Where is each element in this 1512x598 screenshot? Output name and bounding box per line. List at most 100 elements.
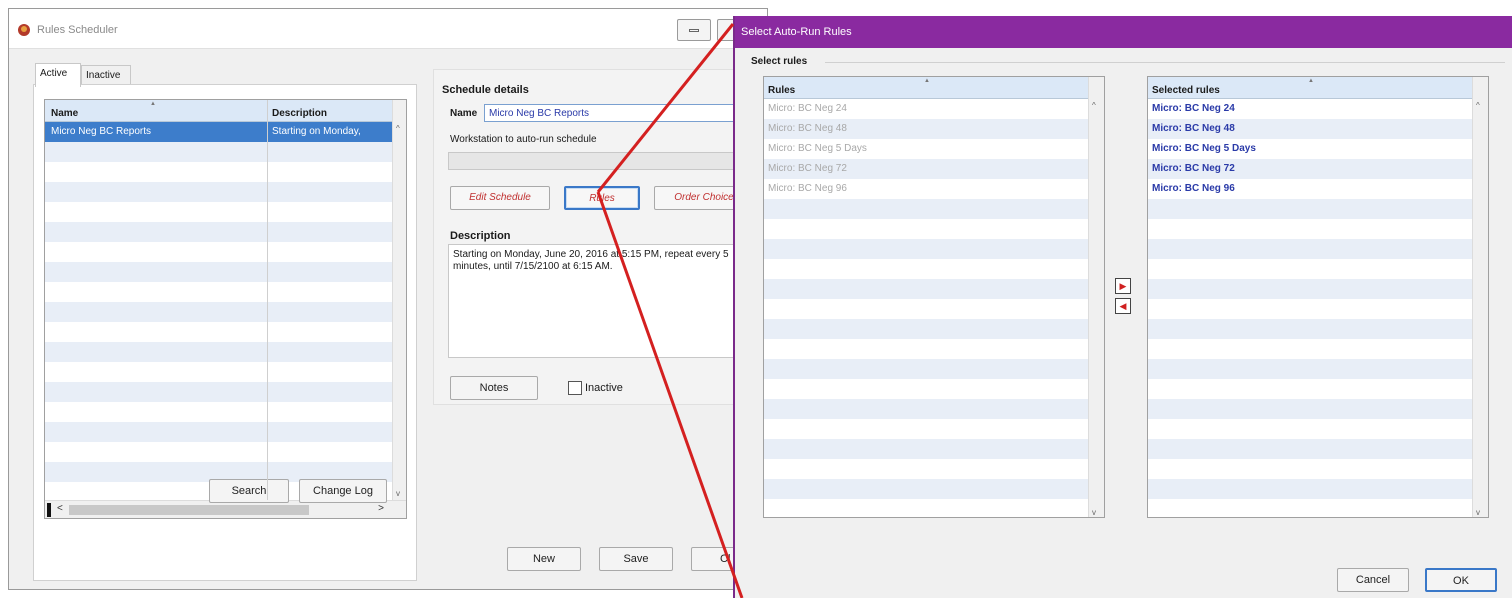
list-item[interactable]: Micro: BC Neg 48 [1148,119,1472,139]
name-field[interactable]: Micro Neg BC Reports [484,104,754,122]
scroll-left-icon[interactable]: < [57,503,63,514]
move-left-button[interactable]: ◀ [1115,298,1131,314]
table-row[interactable] [45,222,394,242]
dialog-title-bar: Select Auto-Run Rules [735,16,1512,48]
vertical-scrollbar[interactable]: ^ v [1472,77,1488,517]
list-item[interactable] [1148,199,1472,219]
table-row[interactable] [45,162,394,182]
list-item[interactable] [764,199,1088,219]
search-button[interactable]: Search [209,479,289,503]
list-item[interactable]: Micro: BC Neg 96 [764,179,1088,199]
scroll-down-icon[interactable]: v [396,489,400,498]
list-item[interactable] [764,399,1088,419]
table-row[interactable] [45,242,394,262]
list-item[interactable]: Micro: BC Neg 72 [764,159,1088,179]
list-item[interactable] [1148,259,1472,279]
list-item[interactable] [1148,359,1472,379]
list-item[interactable] [764,479,1088,499]
vertical-scrollbar[interactable]: ^ v [392,100,406,500]
list-item[interactable] [1148,459,1472,479]
column-header-name[interactable]: Name [51,108,78,119]
list-item[interactable] [764,379,1088,399]
schedules-table[interactable]: Name ▲ Description Micro Neg BC Reports S… [44,99,407,519]
table-row[interactable] [45,382,394,402]
edit-schedule-button[interactable]: Edit Schedule [450,186,550,210]
scroll-down-icon[interactable]: v [1092,508,1096,517]
description-text: Starting on Monday, June 20, 2016 at 5:1… [448,244,754,358]
scroll-thumb[interactable] [69,505,309,515]
table-row[interactable] [45,302,394,322]
column-header-rules[interactable]: Rules [768,85,795,96]
list-item[interactable] [1148,299,1472,319]
list-item[interactable] [1148,319,1472,339]
scroll-up-icon[interactable]: ^ [1476,101,1480,110]
list-item[interactable]: Micro: BC Neg 72 [1148,159,1472,179]
column-header-selected-rules[interactable]: Selected rules [1152,85,1220,96]
ok-button[interactable]: OK [1425,568,1497,592]
list-item[interactable] [764,279,1088,299]
list-item[interactable] [764,499,1088,517]
scroll-up-icon[interactable]: ^ [396,124,400,133]
selected-rules-list[interactable]: Selected rules ▲ Micro: BC Neg 24 Micro: … [1147,76,1489,518]
list-item[interactable]: Micro: BC Neg 96 [1148,179,1472,199]
table-row[interactable] [45,282,394,302]
table-row[interactable] [45,262,394,282]
scroll-up-icon[interactable]: ^ [1092,101,1096,110]
change-log-button[interactable]: Change Log [299,479,387,503]
tab-active[interactable]: Active [35,63,81,87]
scroll-right-icon[interactable]: > [378,503,384,514]
table-row[interactable] [45,342,394,362]
table-row[interactable] [45,202,394,222]
table-row[interactable] [45,182,394,202]
list-item[interactable] [1148,499,1472,517]
vertical-scrollbar[interactable]: ^ v [1088,77,1104,517]
list-item[interactable]: Micro: BC Neg 5 Days [1148,139,1472,159]
table-row[interactable]: Micro Neg BC Reports Starting on Monday, [45,122,394,142]
list-item[interactable] [1148,439,1472,459]
window-title: Rules Scheduler [37,24,118,36]
list-item[interactable] [764,439,1088,459]
table-row[interactable] [45,362,394,382]
move-right-button[interactable]: ▶ [1115,278,1131,294]
table-row[interactable] [45,142,394,162]
list-item[interactable] [764,359,1088,379]
list-item[interactable] [1148,339,1472,359]
minimize-button[interactable] [677,19,711,41]
list-item[interactable]: Micro: BC Neg 5 Days [764,139,1088,159]
list-item[interactable] [1148,239,1472,259]
cancel-button[interactable]: Cancel [1337,568,1409,592]
table-row[interactable] [45,402,394,422]
schedule-details-title: Schedule details [442,84,529,96]
available-rules-list[interactable]: Rules ▲ Micro: BC Neg 24 Micro: BC Neg 48… [763,76,1105,518]
table-row[interactable] [45,322,394,342]
inactive-checkbox[interactable] [568,381,582,395]
list-item[interactable] [764,239,1088,259]
list-item[interactable] [764,299,1088,319]
list-item[interactable]: Micro: BC Neg 24 [764,99,1088,119]
notes-button[interactable]: Notes [450,376,538,400]
save-button[interactable]: Save [599,547,673,571]
new-button[interactable]: New [507,547,581,571]
table-row[interactable] [45,422,394,442]
list-item[interactable] [1148,479,1472,499]
list-item[interactable] [764,259,1088,279]
list-item[interactable]: Micro: BC Neg 24 [1148,99,1472,119]
list-item[interactable] [1148,219,1472,239]
list-item[interactable] [764,419,1088,439]
table-row[interactable] [45,442,394,462]
list-item[interactable] [764,459,1088,479]
tab-inactive[interactable]: Inactive [81,65,131,85]
list-item[interactable]: Micro: BC Neg 48 [764,119,1088,139]
list-item[interactable] [764,319,1088,339]
list-item[interactable] [1148,419,1472,439]
list-item[interactable] [764,219,1088,239]
list-item[interactable] [1148,279,1472,299]
list-item[interactable] [764,339,1088,359]
column-header-description[interactable]: Description [272,108,327,119]
list-item[interactable] [1148,399,1472,419]
rules-button[interactable]: Rules [564,186,640,210]
list-item[interactable] [1148,379,1472,399]
workstation-select[interactable] [448,152,754,170]
table-header: Name ▲ Description [45,100,394,122]
scroll-down-icon[interactable]: v [1476,508,1480,517]
